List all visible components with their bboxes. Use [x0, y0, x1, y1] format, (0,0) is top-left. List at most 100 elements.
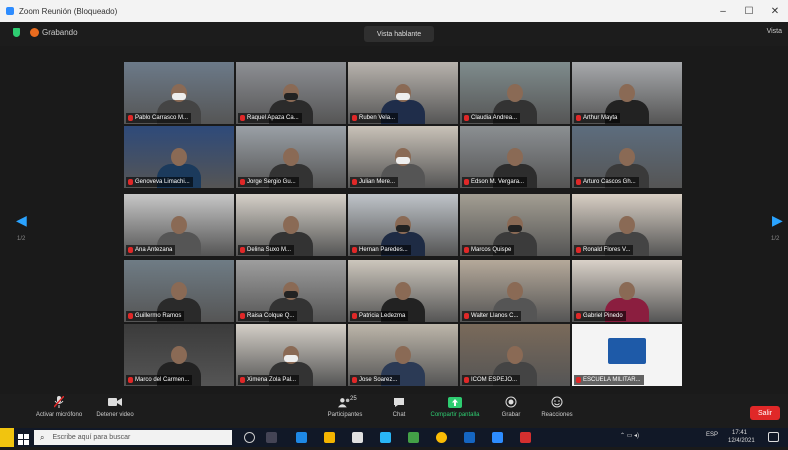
search-placeholder: Escribe aquí para buscar — [52, 434, 131, 441]
share-screen-button[interactable]: Compartir pantalla — [428, 396, 482, 418]
yellow-edge — [0, 428, 14, 447]
video-camera-icon — [108, 396, 122, 408]
participant-name: Julian Mere... — [350, 177, 399, 187]
participant-head — [395, 282, 411, 300]
task-view-icon[interactable] — [266, 432, 277, 443]
record-icon — [504, 396, 518, 408]
participant-name: Claudia Andrea... — [462, 113, 521, 123]
participant-tile[interactable]: Walter Llanos C... — [460, 260, 570, 322]
participant-tile[interactable]: Ronald Flores V... — [572, 194, 682, 256]
gallery-view: Pablo Carrasco M... Raquel Apaza Ca... Rub… — [0, 46, 788, 394]
audio-button[interactable]: Activar micrófono — [32, 396, 86, 418]
participant-name: Ana Antezana — [126, 245, 176, 255]
face-mask — [396, 157, 410, 164]
edge-icon[interactable] — [296, 432, 307, 443]
participant-name: Ruben Vela... — [350, 113, 399, 123]
taskbar-search-box[interactable]: ⌕ Escribe aquí para buscar — [34, 430, 232, 445]
organization-logo — [608, 338, 646, 364]
muted-microphone-icon — [128, 115, 133, 121]
participant-tile[interactable]: Jose Soarez... — [348, 324, 458, 386]
participant-tile[interactable]: Jorge Sergio Gu... — [236, 126, 346, 188]
video-label: Detener video — [96, 412, 134, 418]
muted-microphone-icon — [240, 377, 245, 383]
leave-meeting-button[interactable]: Salir — [750, 406, 780, 420]
mail-icon[interactable] — [380, 432, 391, 443]
next-page-icon[interactable]: ▶ — [772, 212, 783, 229]
clock-time[interactable]: 17:41 — [732, 430, 747, 436]
maximize-button[interactable]: ☐ — [736, 0, 762, 22]
participant-tile[interactable]: Arthur Mayta — [572, 62, 682, 124]
muted-microphone-icon — [576, 179, 581, 185]
participant-tile[interactable]: ICOM ESPEJO... — [460, 324, 570, 386]
muted-microphone-icon — [128, 377, 133, 383]
meeting-controls: Activar micrófono Detener video Particip… — [0, 394, 788, 428]
cortana-icon[interactable] — [244, 432, 255, 443]
participant-head — [395, 346, 411, 364]
participant-tile[interactable]: Ximena Zola Pal... — [236, 324, 346, 386]
participant-head — [283, 216, 299, 234]
close-button[interactable]: ✕ — [762, 0, 788, 22]
reactions-icon — [550, 396, 564, 408]
participant-tile[interactable]: Marcos Quispe — [460, 194, 570, 256]
participant-name: ICOM ESPEJO... — [462, 375, 521, 385]
minimize-button[interactable]: – — [710, 0, 736, 22]
view-button[interactable]: Vista — [767, 28, 782, 35]
app-taskbar-icon[interactable] — [520, 432, 531, 443]
participant-tile[interactable]: Hernan Paredes... — [348, 194, 458, 256]
excel-icon[interactable] — [408, 432, 419, 443]
file-explorer-icon[interactable] — [324, 432, 335, 443]
search-icon: ⌕ — [40, 432, 45, 442]
language-indicator[interactable]: ESP — [706, 432, 718, 438]
video-button[interactable]: Detener video — [88, 396, 142, 418]
participant-tile[interactable]: Claudia Andrea... — [460, 62, 570, 124]
share-screen-icon — [448, 396, 462, 408]
participant-head — [171, 346, 187, 364]
windows-start-icon[interactable] — [18, 432, 29, 450]
muted-microphone-icon — [464, 247, 469, 253]
speaker-view-button[interactable]: Vista hablante — [364, 26, 434, 42]
participant-tile[interactable]: Guillermo Ramos — [124, 260, 234, 322]
participant-tile[interactable]: Raisa Colque Q... — [236, 260, 346, 322]
page-indicator-right: 1/2 — [771, 236, 780, 242]
participant-head — [283, 148, 299, 166]
muted-microphone-icon — [240, 313, 245, 319]
participant-tile[interactable]: Gabriel Pinedo — [572, 260, 682, 322]
participant-tile[interactable]: ESCUELA MILITAR... — [572, 324, 682, 386]
participant-head — [619, 282, 635, 300]
participant-tile[interactable]: Arturo Cascos Gh... — [572, 126, 682, 188]
reactions-label: Reacciones — [541, 412, 573, 418]
zoom-taskbar-icon[interactable] — [492, 432, 503, 443]
chrome-icon[interactable] — [436, 432, 447, 443]
word-icon[interactable] — [464, 432, 475, 443]
reactions-button[interactable]: Reacciones — [530, 396, 584, 418]
clock-date[interactable]: 12/4/2021 — [728, 438, 755, 444]
face-mask — [284, 93, 298, 100]
participant-tile[interactable]: Edson M. Vergara... — [460, 126, 570, 188]
face-mask — [396, 93, 410, 100]
muted-microphone-icon — [576, 377, 581, 383]
participant-head — [619, 148, 635, 166]
previous-page-icon[interactable]: ◀ — [16, 212, 27, 229]
participant-tile[interactable]: Julian Mere... — [348, 126, 458, 188]
participants-button[interactable]: Participantes — [318, 396, 372, 418]
participant-tile[interactable]: Ruben Vela... — [348, 62, 458, 124]
tray-icons[interactable]: ⌃ ▭ ◂) — [620, 432, 639, 439]
notifications-icon[interactable] — [768, 432, 779, 442]
face-mask — [284, 291, 298, 298]
muted-microphone-icon — [352, 313, 357, 319]
participant-name: Genoveva Limachi... — [126, 177, 193, 187]
participant-tile[interactable]: Ana Antezana — [124, 194, 234, 256]
participant-tile[interactable]: Pablo Carrasco M... — [124, 62, 234, 124]
store-icon[interactable] — [352, 432, 363, 443]
participant-name: Delina Suxo M... — [238, 245, 295, 255]
participant-tile[interactable]: Delina Suxo M... — [236, 194, 346, 256]
participant-tile[interactable]: Marco del Carmen... — [124, 324, 234, 386]
participant-head — [171, 148, 187, 166]
participant-tile[interactable]: Raquel Apaza Ca... — [236, 62, 346, 124]
share-screen-label: Compartir pantalla — [430, 412, 480, 418]
participant-name: Marcos Quispe — [462, 245, 515, 255]
participant-tile[interactable]: Genoveva Limachi... — [124, 126, 234, 188]
chat-button[interactable]: Chat — [372, 396, 426, 418]
security-shield-icon[interactable] — [13, 28, 20, 37]
participant-tile[interactable]: Patricia Ledezma — [348, 260, 458, 322]
